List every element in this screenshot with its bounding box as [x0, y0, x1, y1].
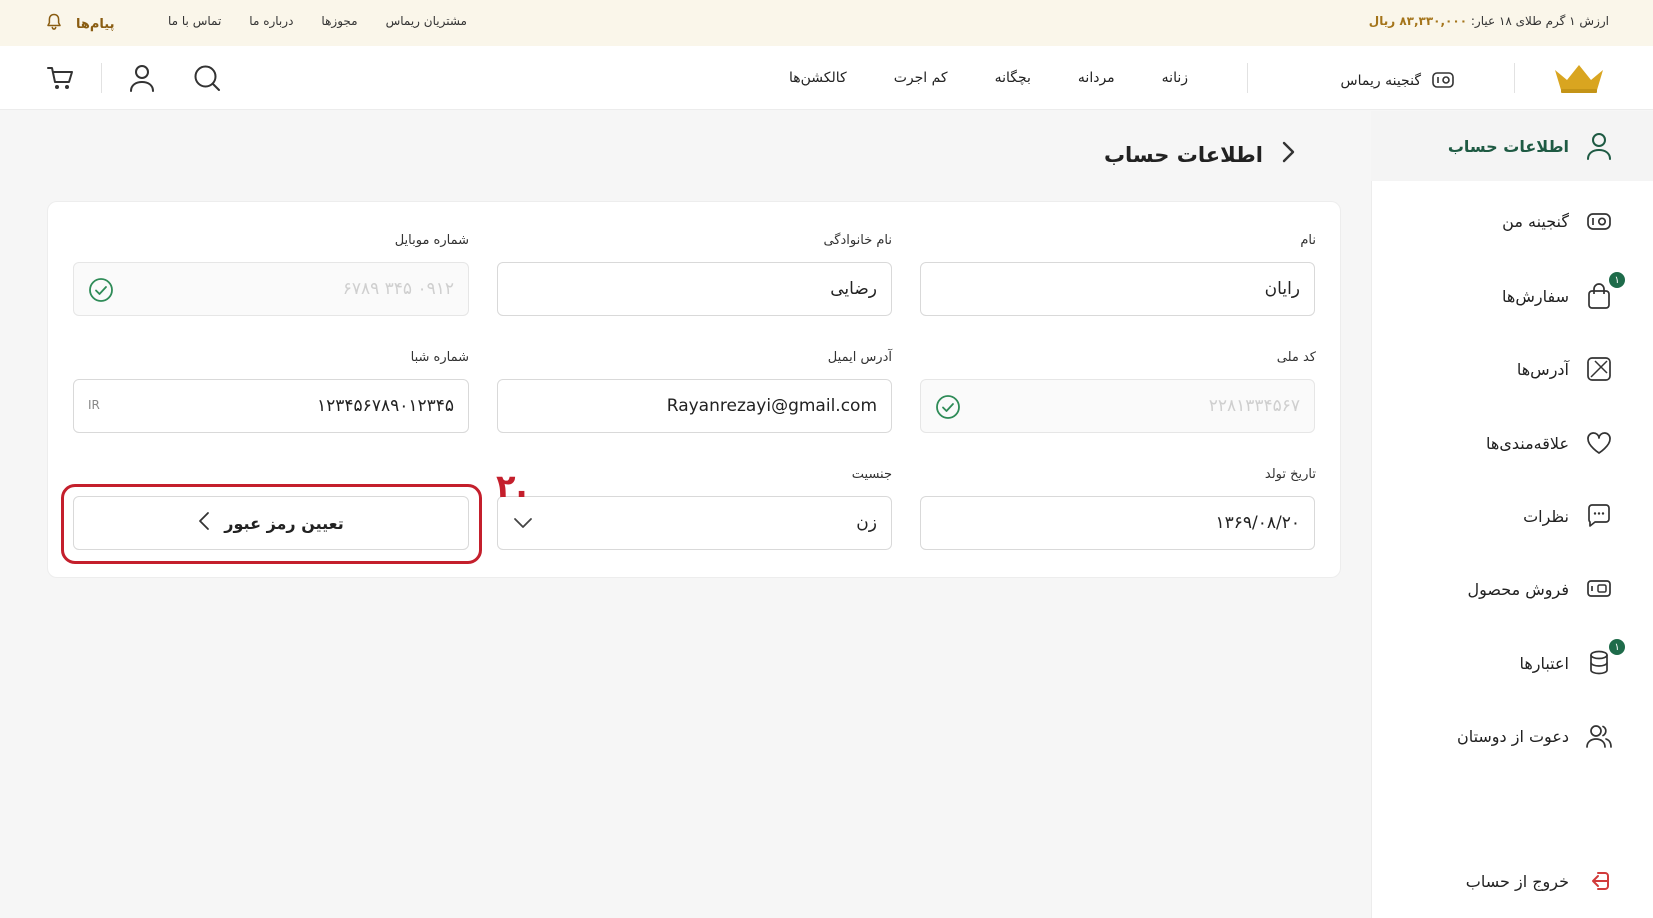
main-nav: زنانه مردانه بچگانه کم اجرت کالکشن‌ها: [789, 70, 1188, 86]
sidebar-item-label: فروش محصول: [1467, 579, 1569, 599]
sidebar-item-orders[interactable]: ۱ سفارش‌ها: [1371, 261, 1653, 331]
sidebar-item-invite-friends[interactable]: دعوت از دوستان: [1371, 701, 1653, 771]
last-name-field[interactable]: رضایی: [497, 262, 892, 316]
first-name-value: رایان: [1264, 279, 1300, 299]
birth-date-value: ۱۳۶۹/۰۸/۲۰: [1215, 513, 1300, 533]
treasure-icon: [1585, 207, 1613, 235]
sidebar-item-label: گنجینه من: [1502, 211, 1569, 231]
sidebar-item-favorites[interactable]: علاقه‌مندی‌ها: [1371, 408, 1653, 478]
sidebar-item-label: اطلاعات حساب: [1447, 136, 1569, 156]
sidebar-item-credits[interactable]: ۱ اعتبارها: [1371, 628, 1653, 698]
messages-label: پیام‌ها: [76, 16, 115, 32]
link-customers[interactable]: مشتریان ریماس: [386, 14, 467, 28]
sidebar-item-label: علاقه‌مندی‌ها: [1486, 433, 1569, 453]
sidebar-item-label: آدرس‌ها: [1516, 359, 1569, 379]
annotation-highlight-box: [61, 484, 482, 564]
logout-label: خروج از حساب: [1465, 871, 1569, 891]
mobile-value: ۰۹۱۲ ۳۴۵ ۶۷۸۹: [342, 279, 454, 299]
account-sidebar: اطلاعات حساب گنجینه من ۱ سفارش‌ها آدرس‌ه…: [1371, 111, 1653, 918]
national-code-value: ۲۲۸۱۳۳۴۵۶۷: [1208, 396, 1300, 416]
birth-date-label: تاریخ تولد: [1264, 467, 1316, 482]
sidebar-item-my-treasure[interactable]: گنجینه من: [1371, 186, 1653, 256]
logout-button[interactable]: خروج از حساب: [1371, 856, 1653, 906]
first-name-label: نام: [1300, 233, 1316, 248]
national-code-label: کد ملی: [1276, 350, 1316, 365]
first-name-field[interactable]: رایان: [920, 262, 1315, 316]
top-info-bar: ارزش ۱ گرم طلای ۱۸ عیار: ۸۳,۳۳۰,۰۰۰ ریال…: [0, 0, 1653, 46]
users-icon: [1585, 722, 1613, 750]
sidebar-item-account-info[interactable]: اطلاعات حساب: [1371, 111, 1653, 181]
chevron-down-icon: [512, 515, 534, 536]
header-divider: [1514, 63, 1515, 93]
sidebar-item-addresses[interactable]: آدرس‌ها: [1371, 334, 1653, 404]
last-name-label: نام خانوادگی: [823, 233, 892, 248]
bag-icon: ۱: [1585, 272, 1625, 310]
verified-check-icon: [935, 394, 961, 425]
treasure-icon: [1431, 68, 1455, 94]
user-icon: [1585, 132, 1613, 160]
mobile-field: ۰۹۱۲ ۳۴۵ ۶۷۸۹: [73, 262, 469, 316]
header-divider: [101, 63, 102, 93]
credits-badge: ۱: [1609, 639, 1625, 655]
national-code-field: ۲۲۸۱۳۳۴۵۶۷: [920, 379, 1315, 433]
ganjineh-label: گنجینه ریماس: [1340, 73, 1421, 89]
ganjineh-link[interactable]: گنجینه ریماس: [1341, 68, 1455, 94]
main-header: گنجینه ریماس زنانه مردانه بچگانه کم اجرت…: [0, 46, 1653, 110]
map-icon: [1585, 355, 1613, 383]
sidebar-item-label: سفارش‌ها: [1502, 286, 1569, 306]
top-links: مشتریان ریماس مجوزها درباره ما تماس با م…: [168, 14, 467, 28]
back-chevron-icon[interactable]: [1281, 140, 1295, 169]
coins-icon: ۱: [1585, 639, 1625, 677]
page-title-text: اطلاعات حساب: [1103, 142, 1263, 167]
link-contact[interactable]: تماس با ما: [168, 14, 221, 28]
heart-icon: [1585, 429, 1613, 457]
sidebar-item-label: دعوت از دوستان: [1456, 726, 1569, 746]
email-value: Rayanrezayi@gmail.com: [666, 396, 877, 416]
nav-collections[interactable]: کالکشن‌ها: [789, 70, 847, 86]
gender-value: زن: [856, 513, 877, 533]
sheba-prefix: IR: [88, 398, 100, 412]
logout-icon: [1585, 867, 1613, 895]
header-divider: [1247, 63, 1248, 93]
bell-icon: [46, 13, 62, 35]
nav-women[interactable]: زنانه: [1162, 70, 1188, 86]
sheba-value: ۱۲۳۴۵۶۷۸۹۰۱۲۳۴۵: [317, 396, 454, 416]
verified-check-icon: [88, 277, 114, 308]
last-name-value: رضایی: [830, 279, 877, 299]
birth-date-field[interactable]: ۱۳۶۹/۰۸/۲۰: [920, 496, 1315, 550]
sheba-field[interactable]: ۱۲۳۴۵۶۷۸۹۰۱۲۳۴۵ IR: [73, 379, 469, 433]
link-licenses[interactable]: مجوزها: [321, 14, 357, 28]
gold-price-value: ۸۳,۳۳۰,۰۰۰ ریال: [1368, 14, 1468, 28]
nav-kids[interactable]: بچگانه: [995, 70, 1031, 86]
messages-button[interactable]: پیام‌ها: [46, 13, 115, 35]
gold-price: ارزش ۱ گرم طلای ۱۸ عیار: ۸۳,۳۳۰,۰۰۰ ریال: [1369, 14, 1609, 28]
annotation-step-number: .۲: [496, 467, 528, 505]
gender-label: جنسیت: [851, 467, 892, 482]
link-about[interactable]: درباره ما: [249, 14, 293, 28]
search-icon[interactable]: [192, 63, 222, 93]
email-field[interactable]: Rayanrezayi@gmail.com: [497, 379, 892, 433]
email-label: آدرس ایمیل: [827, 350, 892, 365]
gender-select[interactable]: زن: [497, 496, 892, 550]
orders-badge: ۱: [1609, 272, 1625, 288]
nav-low-fee[interactable]: کم اجرت: [894, 70, 948, 86]
crown-logo-icon[interactable]: [1551, 62, 1607, 94]
comment-icon: [1585, 502, 1613, 530]
user-icon[interactable]: [127, 63, 157, 93]
sheba-label: شماره شبا: [410, 350, 469, 365]
nav-men[interactable]: مردانه: [1078, 70, 1115, 86]
cart-icon[interactable]: [45, 63, 75, 93]
sidebar-item-label: اعتبارها: [1519, 653, 1569, 673]
sidebar-item-comments[interactable]: نظرات: [1371, 481, 1653, 551]
sell-icon: [1585, 575, 1613, 603]
mobile-label: شماره موبایل: [394, 233, 469, 248]
sidebar-item-sell-product[interactable]: فروش محصول: [1371, 554, 1653, 624]
sidebar-item-label: نظرات: [1523, 506, 1569, 526]
gold-price-label: ارزش ۱ گرم طلای ۱۸ عیار:: [1470, 14, 1609, 28]
page-title: اطلاعات حساب: [1104, 140, 1295, 169]
